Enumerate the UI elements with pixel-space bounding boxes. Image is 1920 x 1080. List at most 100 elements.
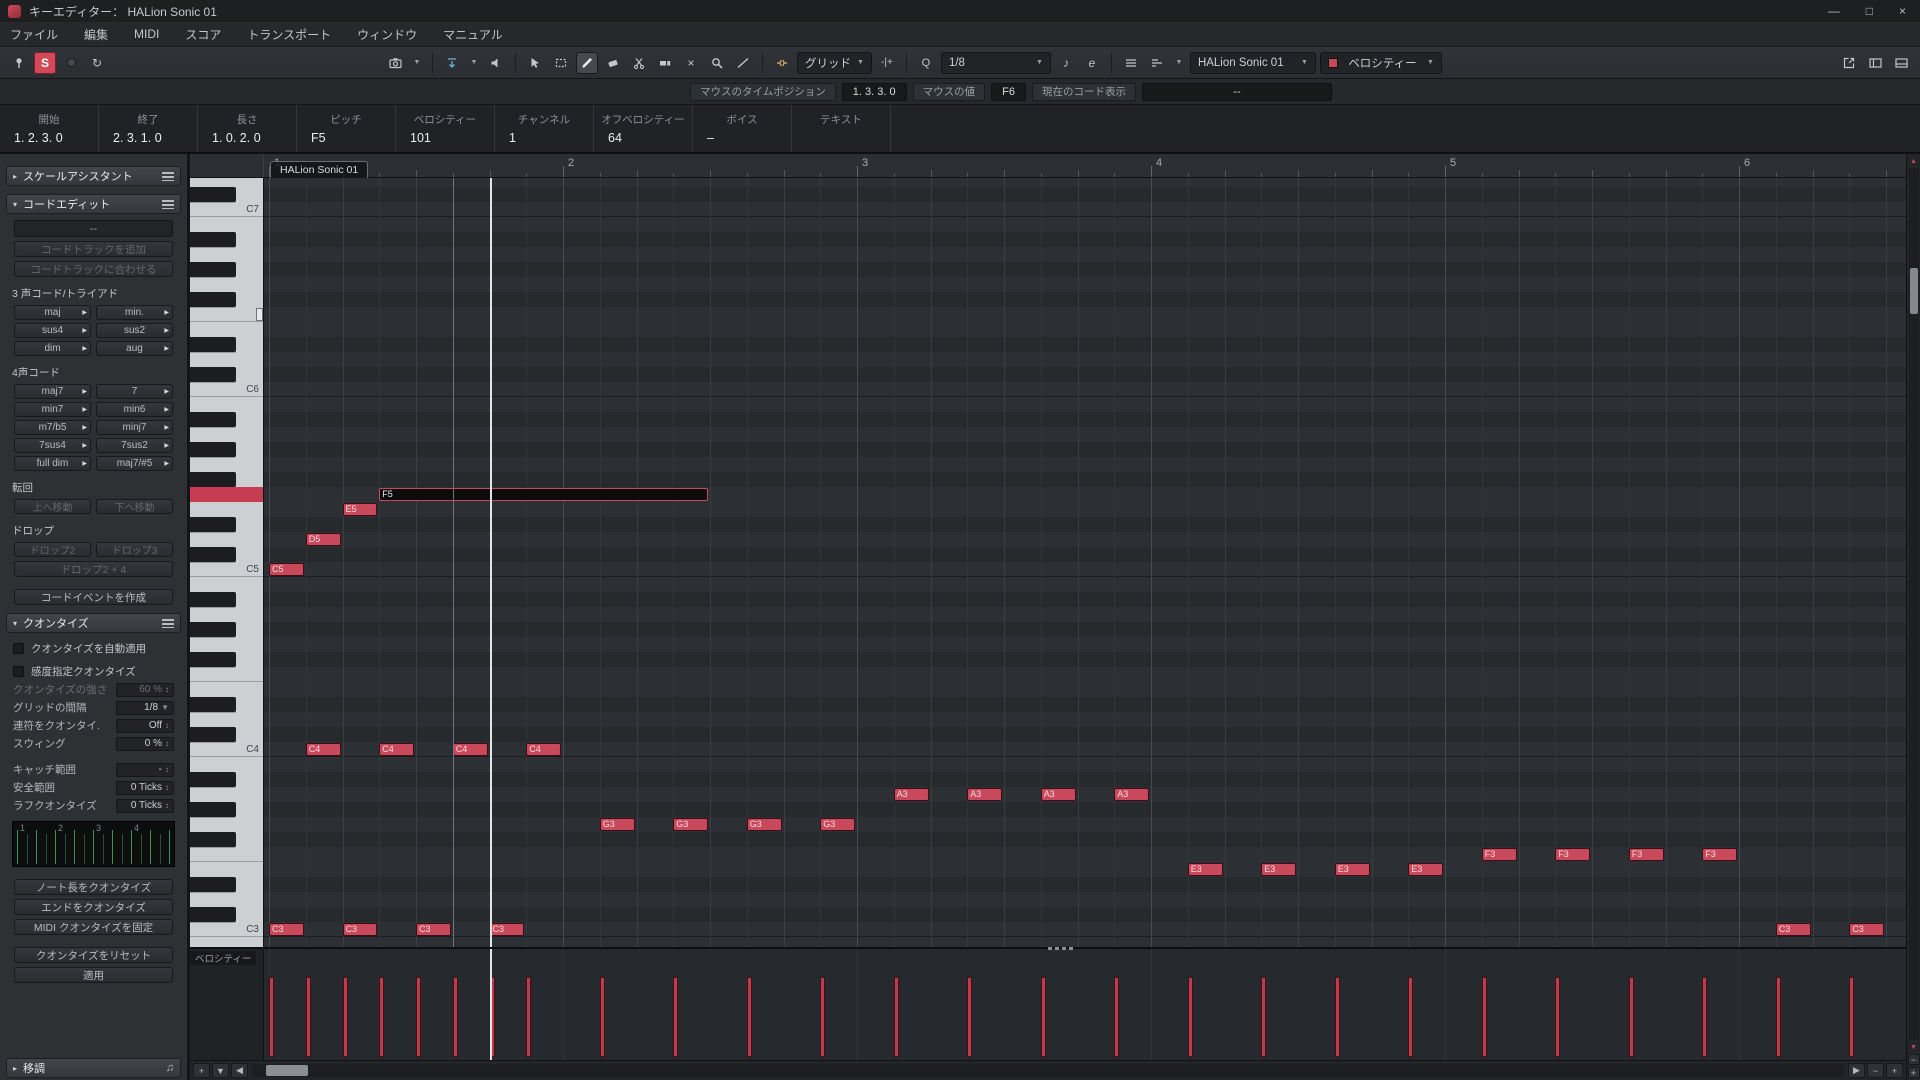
menu-file[interactable]: ファイル xyxy=(10,26,58,43)
v-scroll-thumb[interactable] xyxy=(1910,268,1918,314)
info-field-pitch[interactable]: ピッチF5 xyxy=(297,105,396,152)
info-field-velocity[interactable]: ベロシティー101 xyxy=(396,105,495,152)
midi-note[interactable]: G3 xyxy=(673,818,708,831)
chord-button-minj7[interactable]: minj7▶ xyxy=(96,420,173,435)
zoom-tool[interactable] xyxy=(706,52,728,74)
midi-note[interactable]: C4 xyxy=(306,743,341,756)
move-down-button[interactable]: 下へ移動 xyxy=(96,499,173,514)
swing-value[interactable]: 0 %↕ xyxy=(116,737,174,751)
left-zone-toggle-button[interactable] xyxy=(1864,52,1886,74)
reset-quantize-button[interactable]: クオンタイズをリセット xyxy=(14,947,173,963)
velocity-bar[interactable] xyxy=(1849,977,1854,1057)
velocity-bar[interactable] xyxy=(1188,977,1193,1057)
grid-type-dropdown[interactable]: グリッド▼ xyxy=(797,52,872,74)
piano-key-black[interactable] xyxy=(190,412,236,427)
midi-note[interactable]: E3 xyxy=(1408,863,1443,876)
spinner-icon[interactable]: ↕ xyxy=(165,765,169,774)
iterative-quantize-button[interactable]: e xyxy=(1081,52,1103,74)
velocity-bar[interactable] xyxy=(1261,977,1266,1057)
info-field-off-velocity[interactable]: オフベロシティー64 xyxy=(594,105,693,152)
object-selection-tool[interactable] xyxy=(524,52,546,74)
midi-note[interactable]: C3 xyxy=(1776,923,1811,936)
menu-edit[interactable]: 編集 xyxy=(84,26,108,43)
quantize-note-lengths-button[interactable]: ノート長をクオンタイズ xyxy=(14,879,173,895)
velocity-bar[interactable] xyxy=(379,977,384,1057)
velocity-bar[interactable] xyxy=(416,977,421,1057)
piano-key-black[interactable] xyxy=(190,727,236,742)
project-cursor[interactable] xyxy=(490,178,492,947)
midi-note[interactable]: A3 xyxy=(967,788,1002,801)
quantize-strength-value[interactable]: 60 %↕ xyxy=(116,683,174,697)
midi-note[interactable]: C5 xyxy=(269,563,304,576)
v-zoom-out-button[interactable]: − xyxy=(1908,1054,1920,1065)
velocity-bar[interactable] xyxy=(1629,977,1634,1057)
midi-note[interactable]: G3 xyxy=(820,818,855,831)
move-up-button[interactable]: 上へ移動 xyxy=(14,499,91,514)
snap-button[interactable] xyxy=(771,52,793,74)
midi-note[interactable]: A3 xyxy=(1041,788,1076,801)
chord-button-maj[interactable]: maj▶ xyxy=(14,305,91,320)
midi-note[interactable]: F3 xyxy=(1702,848,1737,861)
drop-3-button[interactable]: ドロップ3 xyxy=(96,542,173,557)
midi-note[interactable]: E3 xyxy=(1335,863,1370,876)
timeline-ruler[interactable]: 123456 xyxy=(264,154,1906,177)
velocity-bar[interactable] xyxy=(1776,977,1781,1057)
maximize-button[interactable]: □ xyxy=(1866,4,1873,18)
lane-divider-handle[interactable] xyxy=(1048,947,1074,950)
section-quantize[interactable]: ▾クオンタイズ xyxy=(6,613,181,633)
note-grid[interactable]: C5D5E5F5C3C4C3C4C3C4C3C4G3G3G3G3A3A3A3A3… xyxy=(264,178,1906,947)
v-zoom-in-button[interactable]: + xyxy=(1908,1067,1920,1078)
velocity-bar[interactable] xyxy=(306,977,311,1057)
quantize-preset-dropdown[interactable]: 1/8▼ xyxy=(941,52,1051,74)
chord-button-full-dim[interactable]: full dim▶ xyxy=(14,456,91,471)
velocity-bar[interactable] xyxy=(1702,977,1707,1057)
velocity-bar[interactable] xyxy=(1335,977,1340,1057)
setup-toolbar-button[interactable] xyxy=(1890,52,1912,74)
scroll-left-button[interactable]: ◀ xyxy=(231,1063,248,1078)
lane-dropdown-arrow[interactable]: ▼ xyxy=(1172,52,1186,74)
section-chord-editing[interactable]: ▾コードエディット xyxy=(6,194,181,214)
autoscroll-button[interactable] xyxy=(441,52,463,74)
add-chord-track-button[interactable]: コードトラックを追加 xyxy=(14,241,173,257)
midi-note[interactable]: A3 xyxy=(1114,788,1149,801)
velocity-bar[interactable] xyxy=(600,977,605,1057)
velocity-bar[interactable] xyxy=(453,977,458,1057)
velocity-bar[interactable] xyxy=(820,977,825,1057)
chord-button-sus2[interactable]: sus2▶ xyxy=(96,323,173,338)
loop-button[interactable]: ↻ xyxy=(86,52,108,74)
apply-quantize-button[interactable]: 適用 xyxy=(14,967,173,983)
chord-button-dim[interactable]: dim▶ xyxy=(14,341,91,356)
midi-note[interactable]: F3 xyxy=(1482,848,1517,861)
spinner-icon[interactable]: ↕ xyxy=(165,685,169,694)
velocity-lane[interactable] xyxy=(264,949,1906,1060)
nudge-buttons[interactable]: -|+ xyxy=(876,52,898,74)
rough-quantize-value[interactable]: 0 Ticks↕ xyxy=(116,799,174,813)
scroll-right-button[interactable]: ▶ xyxy=(1848,1063,1865,1078)
menu-window[interactable]: ウィンドウ xyxy=(357,26,417,43)
h-scroll-track[interactable] xyxy=(252,1064,1844,1077)
highlighted-key[interactable] xyxy=(190,487,263,502)
piano-key-black[interactable] xyxy=(190,622,236,637)
midi-note[interactable]: F3 xyxy=(1629,848,1664,861)
freeze-midi-quantize-button[interactable]: MIDI クオンタイズを固定 xyxy=(14,919,173,935)
h-zoom-in-button[interactable]: + xyxy=(1886,1063,1903,1078)
scroll-down-button[interactable]: ▼ xyxy=(1908,1042,1920,1052)
h-zoom-out-button[interactable]: − xyxy=(1867,1063,1884,1078)
chord-button-maj7-5[interactable]: maj7/#5▶ xyxy=(96,456,173,471)
midi-note[interactable]: C3 xyxy=(1849,923,1884,936)
event-colors-dropdown[interactable]: ベロシティー▼ xyxy=(1320,52,1442,74)
piano-key-black[interactable] xyxy=(190,652,236,667)
velocity-bar[interactable] xyxy=(747,977,752,1057)
info-field-end[interactable]: 終了2. 3. 1. 0 xyxy=(99,105,198,152)
midi-note[interactable]: C4 xyxy=(453,743,488,756)
piano-key-black[interactable] xyxy=(190,547,236,562)
iterative-checkbox[interactable] xyxy=(13,666,24,677)
open-in-window-button[interactable] xyxy=(1838,52,1860,74)
midi-note[interactable]: G3 xyxy=(600,818,635,831)
midi-note[interactable]: C3 xyxy=(416,923,451,936)
info-field-length[interactable]: 長さ1. 0. 2. 0 xyxy=(198,105,297,152)
info-field-channel[interactable]: チャンネル1 xyxy=(495,105,594,152)
velocity-bar[interactable] xyxy=(1114,977,1119,1057)
split-tool[interactable] xyxy=(628,52,650,74)
piano-key-black[interactable] xyxy=(190,262,236,277)
